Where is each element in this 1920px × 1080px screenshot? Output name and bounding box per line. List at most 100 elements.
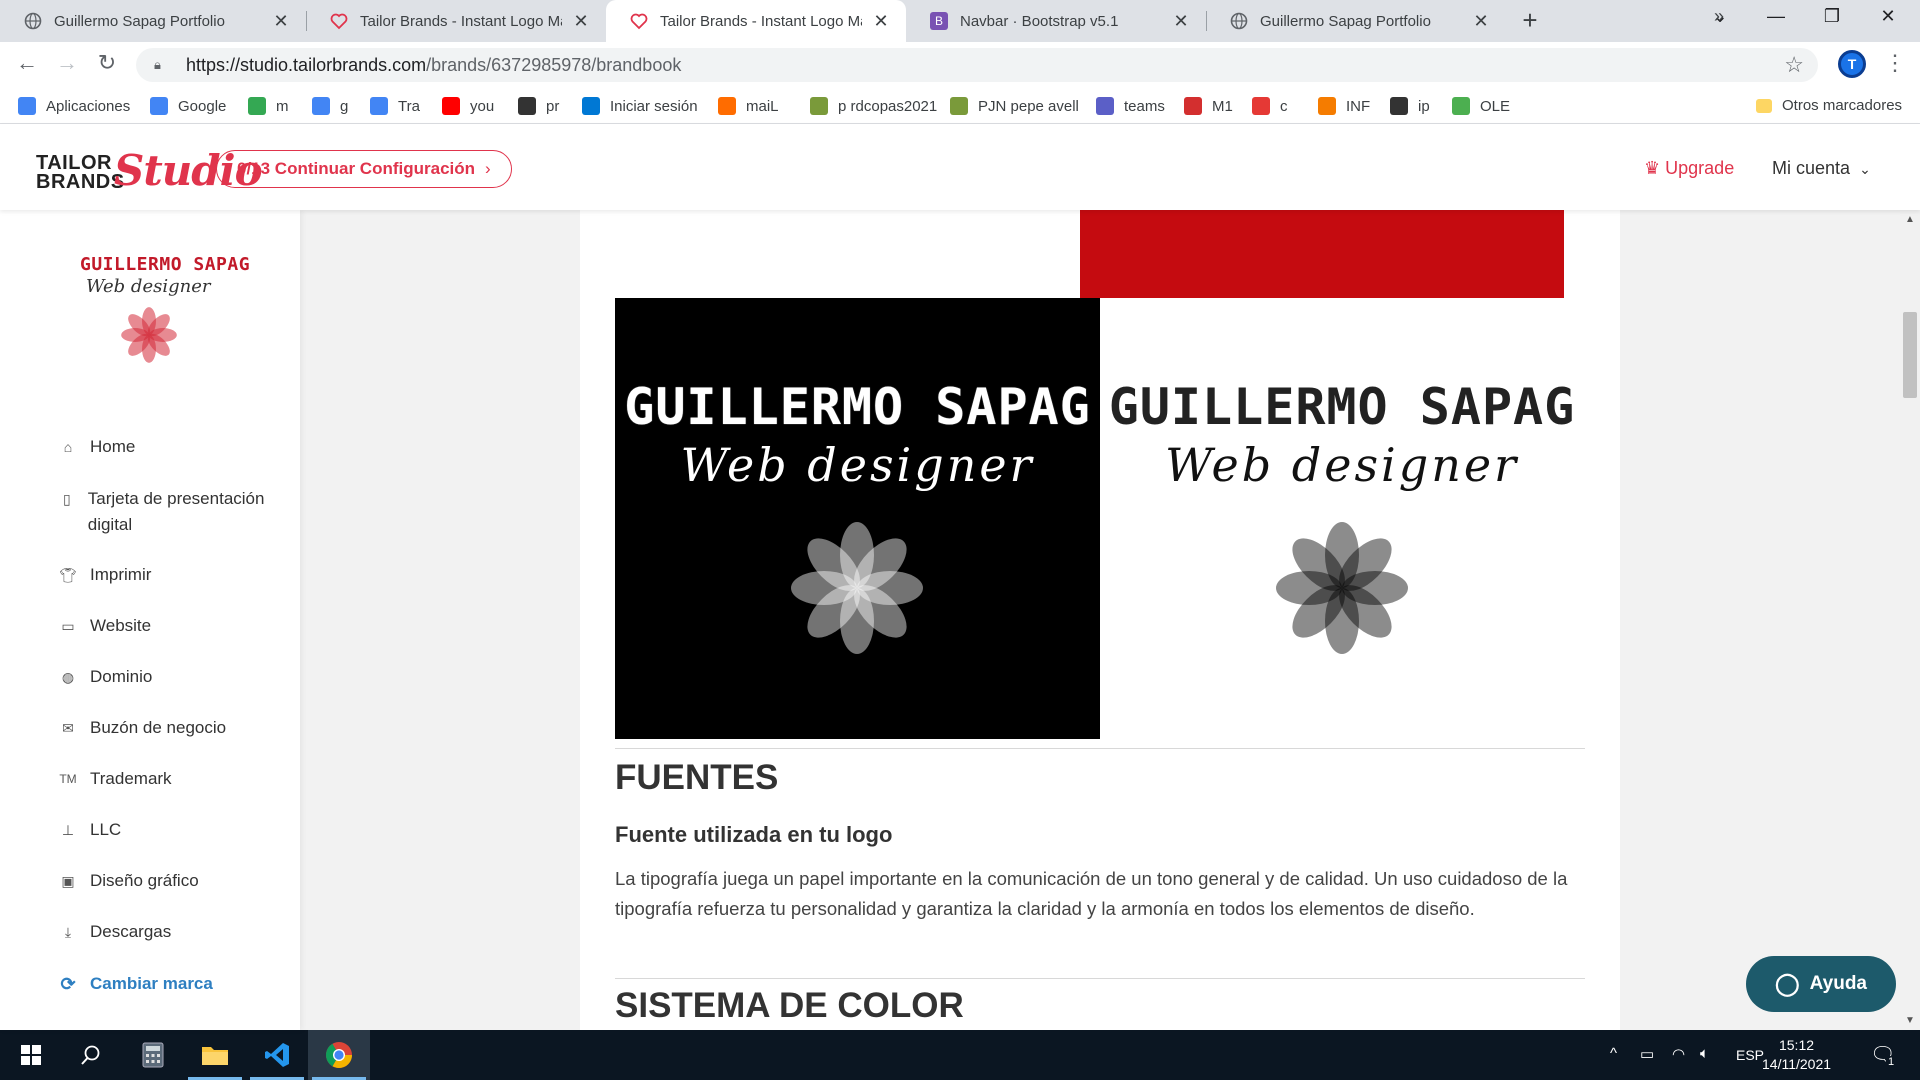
bookmark-item[interactable]: Tra xyxy=(370,97,420,115)
battery-icon[interactable]: ▭ xyxy=(1640,1045,1654,1063)
sidebar-item-label: LLC xyxy=(90,820,122,839)
tailor-heart-icon xyxy=(630,12,648,30)
sidebar-item-llc[interactable]: ⊥ LLC xyxy=(58,817,288,843)
sidebar-item-domain[interactable]: ◍ Dominio xyxy=(58,664,288,690)
sidebar-item-digital-card[interactable]: ▯ Tarjeta de presentación digital xyxy=(58,486,288,538)
scroll-down-arrow-icon[interactable]: ▼ xyxy=(1905,1015,1915,1026)
bookmark-item[interactable]: you xyxy=(442,97,494,115)
id-card-icon: ▯ xyxy=(63,491,71,507)
browser-tab[interactable]: Guillermo Sapag Portfolio ✕ xyxy=(1206,0,1506,42)
sidebar-item-graphic-design[interactable]: ▣ Diseño gráfico xyxy=(58,868,288,894)
close-icon[interactable]: ✕ xyxy=(570,11,592,32)
address-bar[interactable]: 🔒︎ https://studio.tailorbrands.com/brand… xyxy=(136,48,1818,82)
sidebar-item-home[interactable]: ⌂ Home xyxy=(58,434,288,460)
bookmark-item[interactable]: Google xyxy=(150,97,226,115)
sidebar-item-trademark[interactable]: TM Trademark xyxy=(58,766,288,792)
sidebar-item-label: Tarjeta de presentación digital xyxy=(87,489,265,534)
sidebar-item-print[interactable]: 👕︎ Imprimir xyxy=(58,562,288,588)
globe-icon xyxy=(1230,12,1248,30)
inf-icon xyxy=(1318,97,1336,115)
tailor-heart-icon xyxy=(330,12,348,30)
back-arrow-icon[interactable]: ← xyxy=(12,50,42,76)
search-icon[interactable] xyxy=(60,1030,122,1080)
bookmark-label: Google xyxy=(178,97,227,115)
restore-icon[interactable]: ❐ xyxy=(1812,6,1852,27)
close-icon[interactable]: ✕ xyxy=(1470,11,1492,32)
vscode-icon[interactable] xyxy=(246,1030,308,1080)
continue-setup-button[interactable]: 0/13 Continuar Configuración › xyxy=(216,150,512,188)
sidebar-item-business-mail[interactable]: ✉ Buzón de negocio xyxy=(58,715,288,741)
windows-start-icon[interactable] xyxy=(0,1030,62,1080)
bookmark-item[interactable]: p rdcopas2021 xyxy=(810,97,937,115)
bookmark-item[interactable]: maiL xyxy=(718,97,779,115)
bookmark-item[interactable]: teams xyxy=(1096,97,1165,115)
clock-date: 14/11/2021 xyxy=(1762,1056,1832,1072)
browser-tab[interactable]: Tailor Brands - Instant Logo Make ✕ xyxy=(306,0,606,42)
chevron-up-icon[interactable]: ^ xyxy=(1610,1045,1617,1062)
volume-icon[interactable]: 🔈︎ xyxy=(1700,1045,1709,1062)
forward-arrow-icon[interactable]: → xyxy=(52,50,82,76)
bookmark-item[interactable]: m xyxy=(248,97,289,115)
account-menu[interactable]: Mi cuenta ⌄ xyxy=(1772,158,1871,179)
refresh-icon: ⟳ xyxy=(60,974,76,994)
browser-tab[interactable]: Guillermo Sapag Portfolio ✕ xyxy=(0,0,306,42)
logo-tagline-text: Web designer xyxy=(680,438,1035,492)
scroll-up-arrow-icon[interactable]: ▲ xyxy=(1905,214,1915,225)
google-icon xyxy=(312,97,330,115)
sidebar-item-downloads[interactable]: ⤓ Descargas xyxy=(58,919,288,945)
flower-logo-icon xyxy=(121,307,177,363)
language-indicator[interactable]: ESP xyxy=(1736,1047,1764,1063)
logo-variant-white: GUILLERMO SAPAG Web designer xyxy=(1100,298,1584,739)
calculator-icon[interactable] xyxy=(122,1030,184,1080)
apps-grid-icon xyxy=(18,97,36,115)
bookmark-item[interactable]: Aplicaciones xyxy=(18,97,130,115)
bookmark-item[interactable]: INF xyxy=(1318,97,1370,115)
tailor-brands-logo[interactable]: TAILOR BRANDS xyxy=(36,153,125,192)
section-divider xyxy=(615,978,1585,979)
taskbar-clock[interactable]: 15:12 14/11/2021 xyxy=(1762,1036,1831,1074)
m1-icon xyxy=(1184,97,1202,115)
bookmark-item[interactable]: c xyxy=(1252,97,1288,115)
bookmark-item[interactable]: M1 xyxy=(1184,97,1233,115)
brandbook-content: GUILLERMO SAPAG Web designer GUILLERMO S… xyxy=(580,210,1620,1030)
stamp-icon: ⊥ xyxy=(61,822,75,838)
bookmark-item[interactable]: g xyxy=(312,97,348,115)
new-tab-plus-icon[interactable]: + xyxy=(1516,7,1544,33)
reload-icon[interactable]: ↻ xyxy=(92,50,122,76)
more-vert-icon[interactable]: ⋮ xyxy=(1884,50,1906,76)
browser-tab[interactable]: B Navbar · Bootstrap v5.1 ✕ xyxy=(906,0,1206,42)
home-icon: ⌂ xyxy=(63,439,73,455)
close-icon[interactable]: ✕ xyxy=(1170,11,1192,32)
close-icon[interactable]: ✕ xyxy=(870,11,892,32)
browser-tab-active[interactable]: Tailor Brands - Instant Logo Make ✕ xyxy=(606,0,906,42)
bookmark-item[interactable]: ip xyxy=(1390,97,1430,115)
logo-tagline-text: Web designer xyxy=(1164,438,1520,492)
chrome-taskbar-icon[interactable] xyxy=(308,1030,370,1080)
tm-icon: TM xyxy=(59,772,77,786)
wifi-icon[interactable]: ◠ xyxy=(1672,1045,1685,1063)
bookmark-item[interactable]: PJN pepe avell xyxy=(950,97,1079,115)
bookmark-star-icon[interactable]: ☆ xyxy=(1784,52,1804,78)
tab-title: Guillermo Sapag Portfolio xyxy=(54,12,225,30)
sidebar-item-website[interactable]: ▭ Website xyxy=(58,613,288,639)
sidebar-item-label: Trademark xyxy=(90,769,172,788)
scrollbar-thumb[interactable] xyxy=(1903,312,1917,398)
bookmark-item[interactable]: Iniciar sesión xyxy=(582,97,698,115)
profile-avatar[interactable]: T xyxy=(1838,50,1866,78)
minimize-icon[interactable]: — xyxy=(1756,6,1796,27)
page-scrollbar[interactable]: ▲ ▼ xyxy=(1900,210,1920,1030)
sidebar-item-label: Website xyxy=(90,616,152,635)
help-chat-button[interactable]: ◯ Ayuda xyxy=(1746,956,1896,1012)
switch-brand-link[interactable]: ⟳ Cambiar marca xyxy=(58,971,288,997)
chevron-double-right-icon[interactable]: » xyxy=(1714,6,1724,27)
window-close-icon[interactable]: ✕ xyxy=(1868,6,1908,27)
upgrade-link[interactable]: ♛ Upgrade xyxy=(1644,158,1734,179)
bookmark-item[interactable]: OLE xyxy=(1452,97,1510,115)
bookmark-item[interactable]: pr xyxy=(518,97,559,115)
bookmark-other-folder[interactable]: Otros marcadores xyxy=(1756,97,1902,114)
youtube-icon xyxy=(442,97,460,115)
badge-icon xyxy=(810,97,828,115)
file-explorer-icon[interactable] xyxy=(184,1030,246,1080)
chevron-down-icon: ⌄ xyxy=(1859,161,1871,177)
close-icon[interactable]: ✕ xyxy=(270,11,292,32)
